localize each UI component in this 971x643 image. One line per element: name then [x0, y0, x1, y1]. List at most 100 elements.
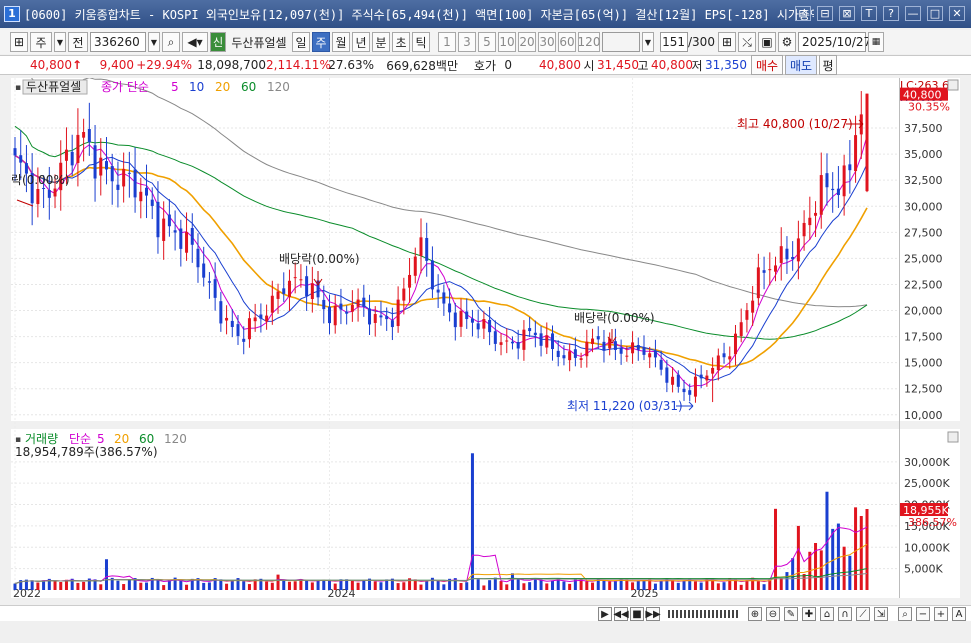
layout-icon[interactable]: ⊠ — [839, 6, 855, 21]
volume-bar — [762, 584, 766, 590]
minute-option-120[interactable]: 120 — [578, 32, 600, 52]
app-number-icon: 1 — [4, 6, 20, 22]
compare-icon[interactable]: ⤯ — [738, 32, 756, 52]
indicator-icon[interactable]: ⊞ — [718, 32, 736, 52]
lock-icon[interactable]: ⌂ — [820, 607, 834, 621]
magnet-icon[interactable]: ∩ — [838, 607, 852, 621]
stop-icon[interactable]: ■ — [630, 607, 644, 621]
volume-bar — [568, 583, 572, 590]
market-select[interactable]: 전 — [68, 32, 88, 52]
candle-body — [127, 172, 131, 174]
chart-canvas[interactable]: 20222024202510/27▪ 두산퓨얼셀종가 단순5102060120▪… — [11, 53, 938, 600]
new-badge[interactable]: 신 — [210, 32, 226, 52]
sell-button[interactable]: 매도 — [785, 55, 817, 75]
candle-body — [453, 312, 457, 328]
help-icon[interactable]: ? — [883, 6, 899, 21]
ruler-icon[interactable]: ⇲ — [874, 607, 888, 621]
high-price: 40,800 — [651, 58, 693, 72]
trend-icon[interactable]: ⟋ — [856, 607, 870, 621]
price-tick-label: 17,500 — [904, 331, 943, 344]
high-label: 고 — [637, 58, 649, 73]
candle-body — [762, 270, 766, 273]
tab-minute[interactable]: 분 — [372, 32, 390, 52]
candle-body — [733, 333, 737, 355]
volume-bar — [53, 581, 57, 590]
minute-option-20[interactable]: 20 — [518, 32, 536, 52]
zoom-track[interactable] — [668, 610, 738, 618]
volume-bar — [459, 583, 463, 590]
scroll-right-icon[interactable]: ▶ — [598, 607, 612, 621]
pane-separator — [11, 421, 899, 429]
stock-code-input[interactable]: 336260 — [90, 32, 146, 52]
tab-day[interactable]: 일 — [292, 32, 310, 52]
forward-icon[interactable]: ▶▶ — [645, 607, 661, 621]
volume-bar — [653, 583, 657, 590]
candle-body — [64, 149, 68, 161]
settings-gear-icon[interactable]: ⚙ — [778, 32, 796, 52]
price-tick-label: 15,000 — [904, 357, 943, 370]
candle-body — [425, 237, 429, 261]
tab-month[interactable]: 월 — [332, 32, 350, 52]
count-input[interactable]: 151 — [660, 32, 688, 52]
date-input[interactable]: 2025/10/27 — [798, 32, 871, 52]
font-size-icon[interactable]: A — [952, 607, 966, 621]
rewind-icon[interactable]: ◀◀ — [613, 607, 629, 621]
minute-option-30[interactable]: 30 — [538, 32, 556, 52]
candle-body — [167, 214, 171, 227]
search-icon[interactable]: ⌕ — [162, 32, 180, 52]
zoom-icon-1[interactable]: ⊕ — [748, 607, 762, 621]
layout-menu-icon[interactable]: ⊞ — [10, 32, 28, 52]
candle-body — [814, 212, 818, 216]
volume-bar — [854, 507, 858, 590]
ma-10-line — [14, 154, 868, 381]
cascade-icon[interactable]: ⊟ — [817, 6, 833, 21]
tab-week[interactable]: 주 — [312, 32, 330, 52]
candle-body — [836, 188, 840, 196]
volume-bar — [247, 584, 251, 590]
volume-bar — [476, 579, 480, 590]
volume-bar — [30, 580, 34, 590]
tab-tick[interactable]: 틱 — [412, 32, 430, 52]
candle-body — [219, 301, 223, 324]
zoom-out-icon[interactable]: ⌕ — [898, 607, 912, 621]
pin-icon[interactable]: T — [861, 6, 877, 21]
minute-option-5[interactable]: 5 — [478, 32, 496, 52]
hoga-label: 호가 — [473, 58, 496, 73]
time-scrollbar[interactable]: ▶ ◀◀ ■ ▶▶ ⊕ ⊖ ✎ ✚ ⌂ ∩ ⟋ ⇲ ⌕ − + A — [0, 605, 971, 621]
tab-year[interactable]: 년 — [352, 32, 370, 52]
minute-option-60[interactable]: 60 — [558, 32, 576, 52]
chevron-down-icon[interactable]: ▼ — [54, 32, 66, 52]
zoom-icon-2[interactable]: ⊖ — [766, 607, 780, 621]
minus-icon[interactable]: − — [916, 607, 930, 621]
volume-bar — [642, 580, 646, 590]
candle-body — [682, 388, 686, 393]
tile-icon[interactable]: ⊡ — [795, 6, 811, 21]
custom-dropdown-icon[interactable]: ▼ — [642, 32, 654, 52]
minute-option-10[interactable]: 10 — [498, 32, 516, 52]
close-button[interactable]: ✕ — [949, 6, 965, 21]
code-dropdown-icon[interactable]: ▼ — [148, 32, 160, 52]
plus-icon[interactable]: + — [934, 607, 948, 621]
period-select[interactable]: 주 — [30, 32, 52, 52]
tab-second[interactable]: 초 — [392, 32, 410, 52]
minute-option-3[interactable]: 3 — [458, 32, 476, 52]
average-button[interactable]: 평 — [819, 55, 837, 75]
buy-button[interactable]: 매수 — [751, 55, 783, 75]
speaker-icon[interactable]: ◀▾ — [182, 32, 208, 52]
chart-area[interactable]: 20222024202510/27▪ 두산퓨얼셀종가 단순5102060120▪… — [11, 53, 938, 600]
candle-body — [613, 341, 617, 350]
maximize-button[interactable]: □ — [927, 6, 943, 21]
volume-bar — [333, 583, 337, 590]
cross-icon[interactable]: ✚ — [802, 607, 816, 621]
calendar-icon[interactable]: ▦ — [868, 32, 884, 52]
save-icon[interactable]: ▣ — [758, 32, 776, 52]
candle-body — [430, 260, 434, 290]
minute-custom-input[interactable] — [602, 32, 640, 52]
minute-option-1[interactable]: 1 — [438, 32, 456, 52]
minimize-button[interactable]: — — [905, 6, 921, 21]
volume-pane-max-icon — [947, 431, 959, 443]
draw-icon[interactable]: ✎ — [784, 607, 798, 621]
up-arrow-icon: ↑ — [72, 58, 83, 72]
price-tick-label: 37,500 — [904, 122, 943, 135]
candle-body — [831, 188, 835, 191]
